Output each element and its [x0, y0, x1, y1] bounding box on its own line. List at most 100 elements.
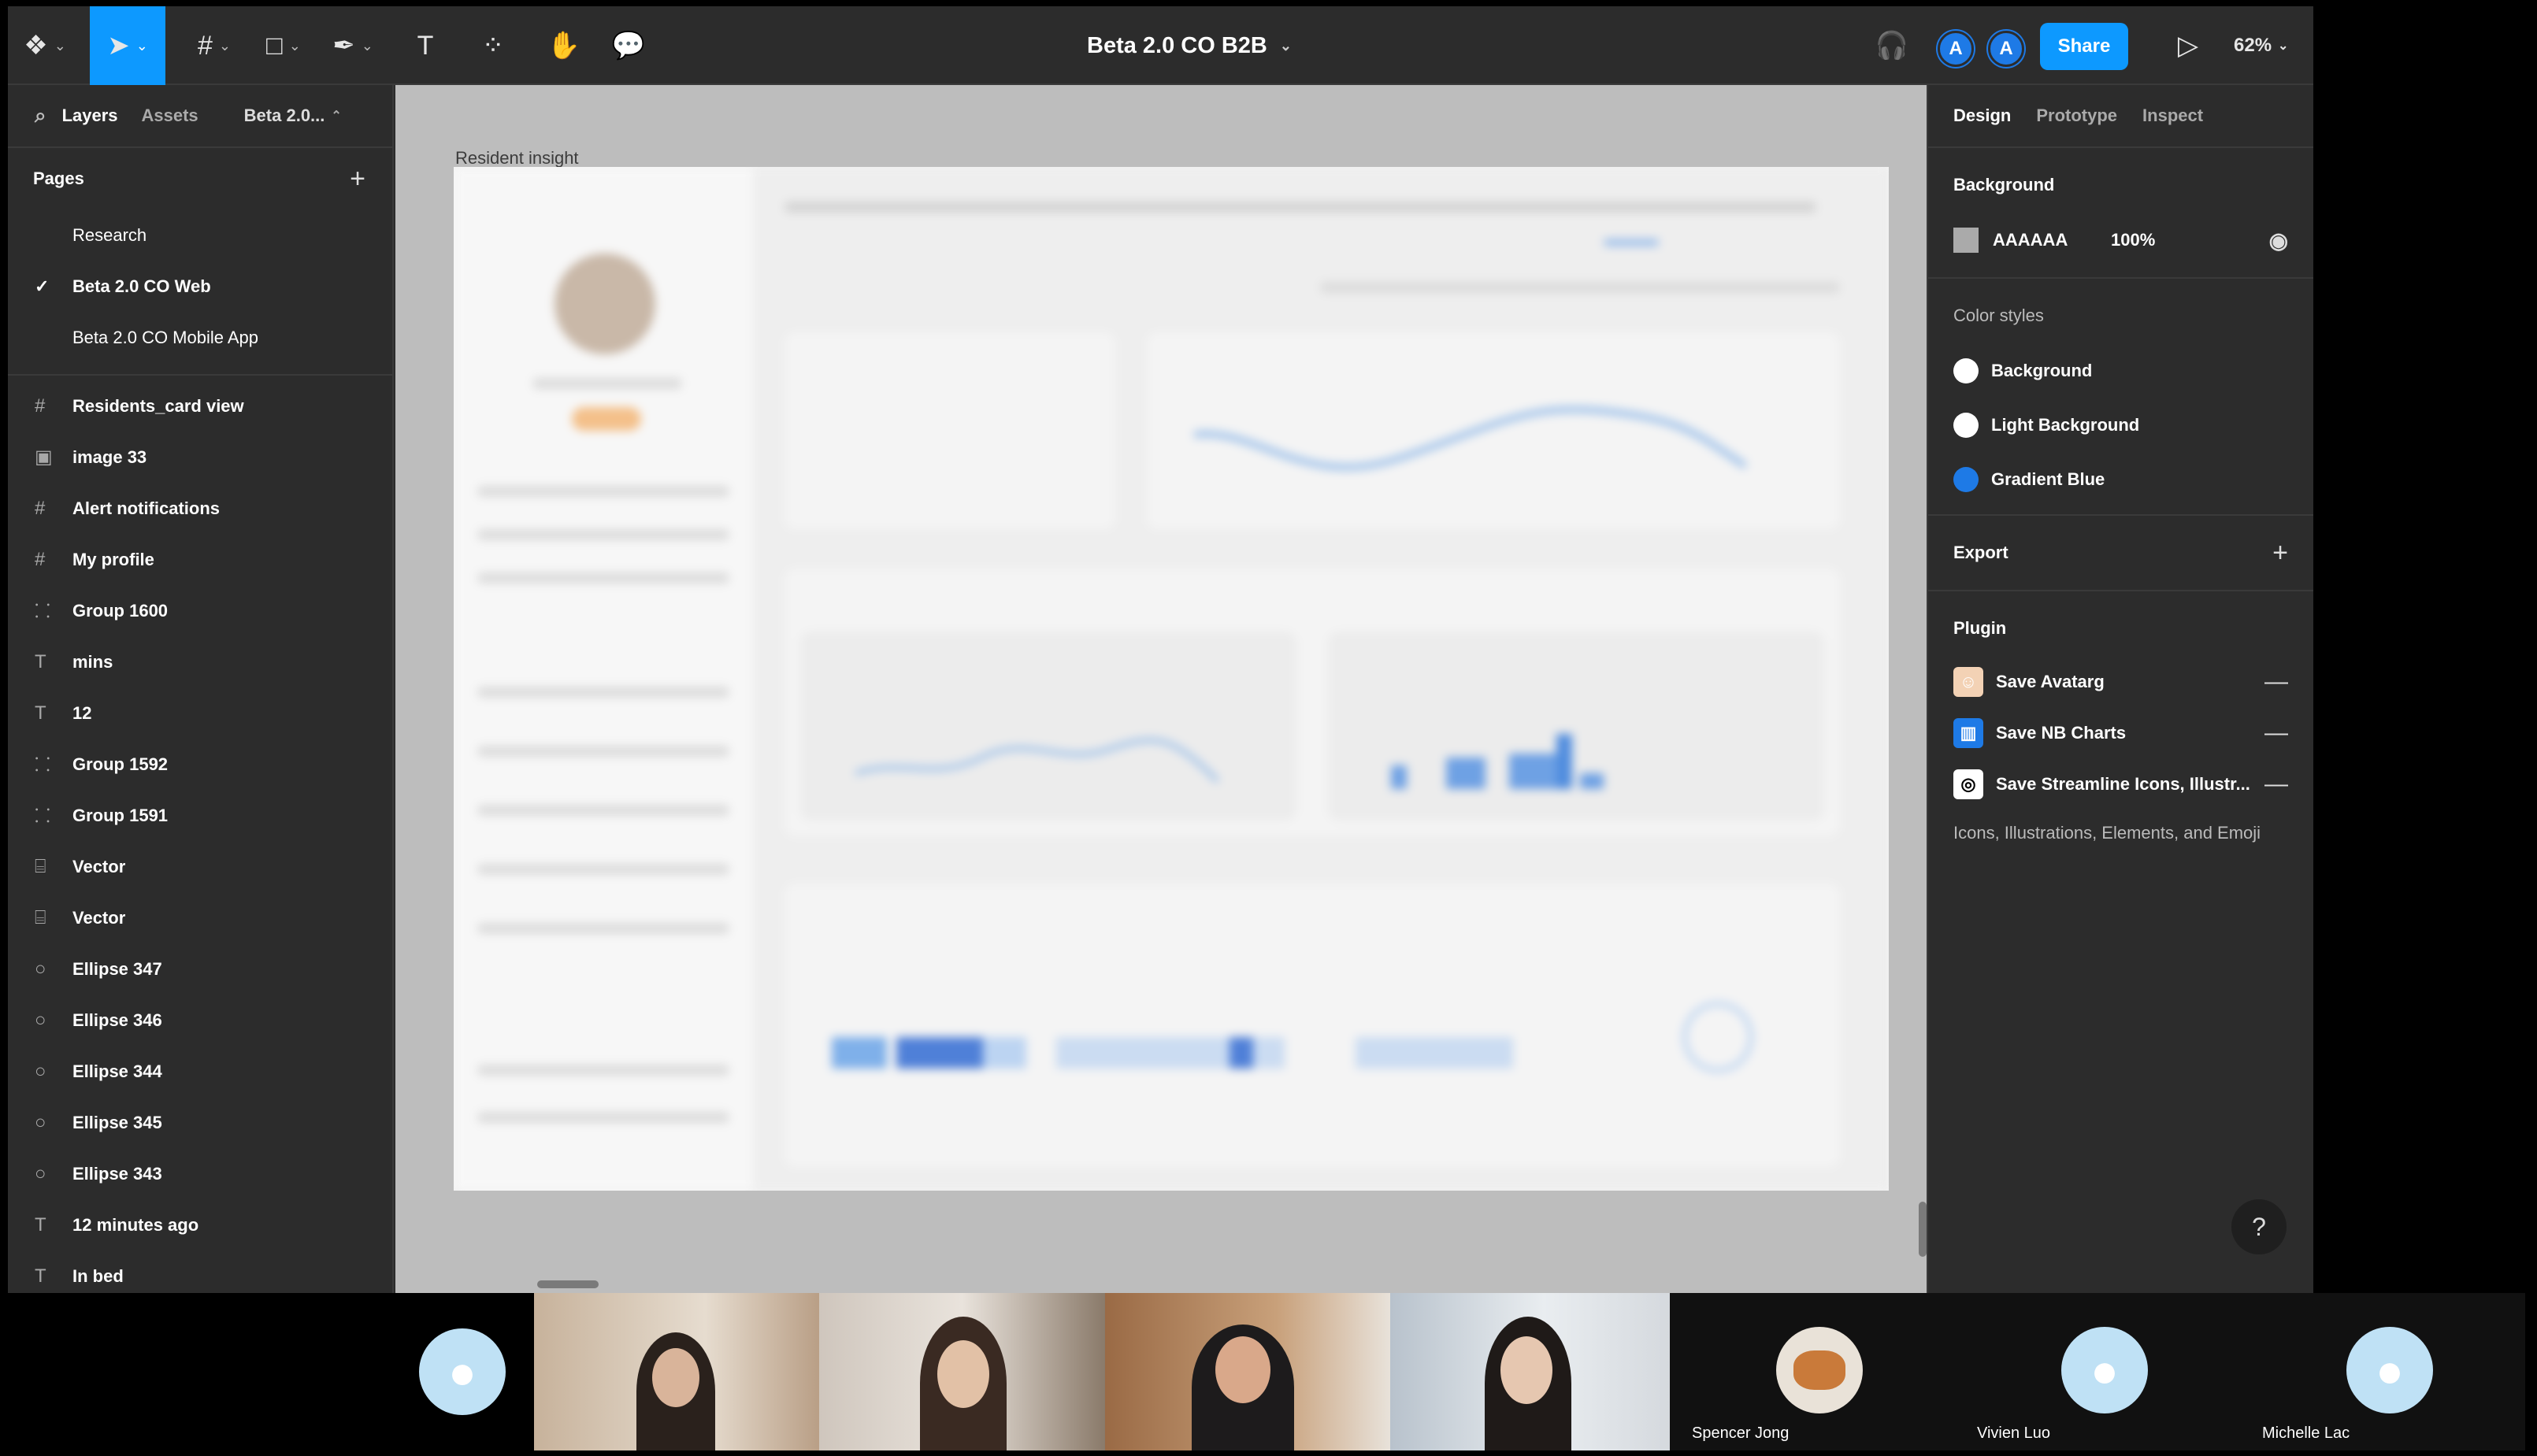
background-opacity[interactable]: 100%	[2111, 230, 2155, 250]
page-item-research[interactable]: Research	[8, 209, 392, 261]
headphones-icon: 🎧	[1875, 31, 1909, 61]
horizontal-scrollbar[interactable]	[537, 1280, 599, 1288]
right-panel: Design Prototype Inspect Background AAAA…	[1927, 85, 2313, 1293]
help-button[interactable]: ?	[2231, 1199, 2287, 1254]
move-tool-button[interactable]: ➤ ⌄	[90, 6, 165, 85]
layer-label: mins	[72, 651, 113, 672]
group-icon: ⸬	[35, 601, 50, 622]
layer-item[interactable]: ○ Ellipse 346	[8, 995, 392, 1046]
frame-tool-button[interactable]: # ⌄	[183, 6, 246, 85]
add-page-icon[interactable]: +	[350, 164, 365, 195]
hand-icon: ✋	[547, 31, 581, 61]
frame-sidebar	[454, 167, 753, 1191]
layer-item[interactable]: # Alert notifications	[8, 483, 392, 534]
hand-tool-button[interactable]: ✋	[540, 6, 588, 85]
search-icon[interactable]: ⌕	[35, 103, 46, 128]
plugin-item[interactable]: ◎ Save Streamline Icons, Illustr... —	[1953, 758, 2288, 810]
tab-prototype[interactable]: Prototype	[2036, 106, 2117, 126]
layer-label: Ellipse 344	[72, 1061, 162, 1081]
background-section: Background AAAAAA 100% ◉	[1928, 148, 2313, 279]
layer-item[interactable]: T 12 minutes ago	[8, 1199, 392, 1250]
color-style-label: Background	[1991, 360, 2093, 380]
tab-inspect[interactable]: Inspect	[2142, 106, 2203, 126]
share-button[interactable]: Share	[2040, 23, 2128, 70]
layer-label: Group 1591	[72, 805, 169, 825]
layer-item[interactable]: ⸬ Group 1592	[8, 739, 392, 790]
collaborator-avatar[interactable]: A	[1988, 31, 2024, 67]
figma-logo-icon: ❖	[24, 31, 48, 61]
video-tile[interactable]	[819, 1293, 1105, 1450]
layer-item[interactable]: # My profile	[8, 534, 392, 585]
tab-design[interactable]: Design	[1953, 106, 2011, 126]
present-button[interactable]: ▷	[2164, 6, 2212, 85]
resident-insight-frame[interactable]	[454, 167, 1889, 1191]
play-icon: ▷	[2177, 31, 2199, 61]
pen-tool-button[interactable]: ✒ ⌄	[321, 6, 384, 85]
layer-item[interactable]: ○ Ellipse 344	[8, 1046, 392, 1097]
page-item-beta-web[interactable]: ✓ Beta 2.0 CO Web	[8, 261, 392, 312]
canvas[interactable]: Resident insight	[395, 85, 1927, 1293]
layer-item[interactable]: ⸬ Group 1600	[8, 585, 392, 636]
vector-icon: ⌸	[35, 855, 46, 877]
layer-item[interactable]: ▣ image 33	[8, 432, 392, 483]
page-item-beta-mobile[interactable]: Beta 2.0 CO Mobile App	[8, 312, 392, 363]
add-export-icon[interactable]: +	[2272, 538, 2288, 569]
chevron-down-icon: ⌄	[2278, 39, 2289, 53]
layer-item[interactable]: Tmins	[8, 636, 392, 687]
video-tile[interactable]: Spencer Jong	[1670, 1293, 1955, 1450]
tab-layers[interactable]: Layers	[62, 106, 118, 126]
avatar-plugin-icon: ☺	[1953, 666, 1983, 697]
frame-label[interactable]: Resident insight	[455, 148, 579, 169]
page-label: Research	[72, 224, 147, 245]
image-icon: ▣	[35, 446, 53, 468]
minus-icon[interactable]: —	[2264, 771, 2288, 798]
ellipse-icon: ○	[35, 1162, 46, 1184]
color-style-item[interactable]: Light Background	[1953, 398, 2288, 452]
text-tool-button[interactable]: T	[402, 6, 449, 85]
chevron-up-icon[interactable]: ⌃	[331, 108, 341, 124]
zoom-menu[interactable]: 62% ⌄	[2234, 6, 2288, 85]
minus-icon[interactable]: —	[2264, 720, 2288, 747]
video-tile[interactable]	[1105, 1293, 1390, 1450]
layer-label: Residents_card view	[72, 395, 244, 416]
video-tile[interactable]	[534, 1293, 819, 1450]
color-style-label: Light Background	[1991, 414, 2140, 435]
layer-item[interactable]: ⌸ Vector	[8, 841, 392, 892]
resources-button[interactable]: ⁘	[469, 6, 517, 85]
color-style-item[interactable]: Background	[1953, 343, 2288, 398]
video-tile[interactable]: ● Vivien Luo	[1955, 1293, 2240, 1450]
minus-icon[interactable]: —	[2264, 669, 2288, 695]
layer-item[interactable]: # Residents_card view	[8, 380, 392, 432]
comment-tool-button[interactable]: 💬	[603, 6, 654, 85]
layer-item[interactable]: ○ Ellipse 345	[8, 1097, 392, 1148]
shape-tool-button[interactable]: □ ⌄	[252, 6, 315, 85]
layer-item[interactable]: T 12	[8, 687, 392, 739]
layer-item[interactable]: T In bed	[8, 1250, 392, 1293]
background-hex[interactable]: AAAAAA	[1993, 230, 2111, 250]
video-tile[interactable]: ●	[386, 1293, 534, 1450]
page-selector[interactable]: Beta 2.0...	[244, 106, 325, 126]
layer-item[interactable]: ○ Ellipse 343	[8, 1148, 392, 1199]
participant-name: Vivien Luo	[1977, 1425, 2051, 1442]
layer-item[interactable]: ⌸ Vector	[8, 892, 392, 943]
layer-item[interactable]: ⸬ Group 1591	[8, 790, 392, 841]
plugin-item[interactable]: ☺ Save Avatarg —	[1953, 656, 2288, 707]
color-swatch[interactable]	[1953, 228, 1979, 253]
background-fill-row[interactable]: AAAAAA 100% ◉	[1953, 213, 2288, 268]
audio-button[interactable]: 🎧	[1867, 6, 1917, 85]
color-style-item[interactable]: Gradient Blue	[1953, 452, 2288, 506]
eye-icon[interactable]: ◉	[2269, 228, 2288, 254]
vertical-scrollbar[interactable]	[1919, 1202, 1927, 1257]
collaborator-avatar[interactable]: A	[1938, 31, 1974, 67]
user-icon: ●	[2061, 1327, 2148, 1413]
video-tile[interactable]: ● Michelle Lac	[2240, 1293, 2525, 1450]
main-menu-button[interactable]: ❖ ⌄	[19, 6, 71, 85]
figma-window: ❖ ⌄ ➤ ⌄ # ⌄ □ ⌄ ✒ ⌄ T ⁘ ✋ 💬 Beta 2.0 CO B2B ⌄	[8, 6, 2313, 1293]
tab-assets[interactable]: Assets	[142, 106, 198, 126]
document-title[interactable]: Beta 2.0 CO B2B ⌄	[1087, 6, 1292, 85]
plugin-item[interactable]: ▥ Save NB Charts —	[1953, 707, 2288, 758]
layer-item[interactable]: ○ Ellipse 347	[8, 943, 392, 995]
video-tile[interactable]	[1390, 1293, 1670, 1450]
frame-main	[753, 167, 1889, 1191]
plugin-section: Plugin ☺ Save Avatarg — ▥ Save NB Charts…	[1928, 591, 2313, 857]
